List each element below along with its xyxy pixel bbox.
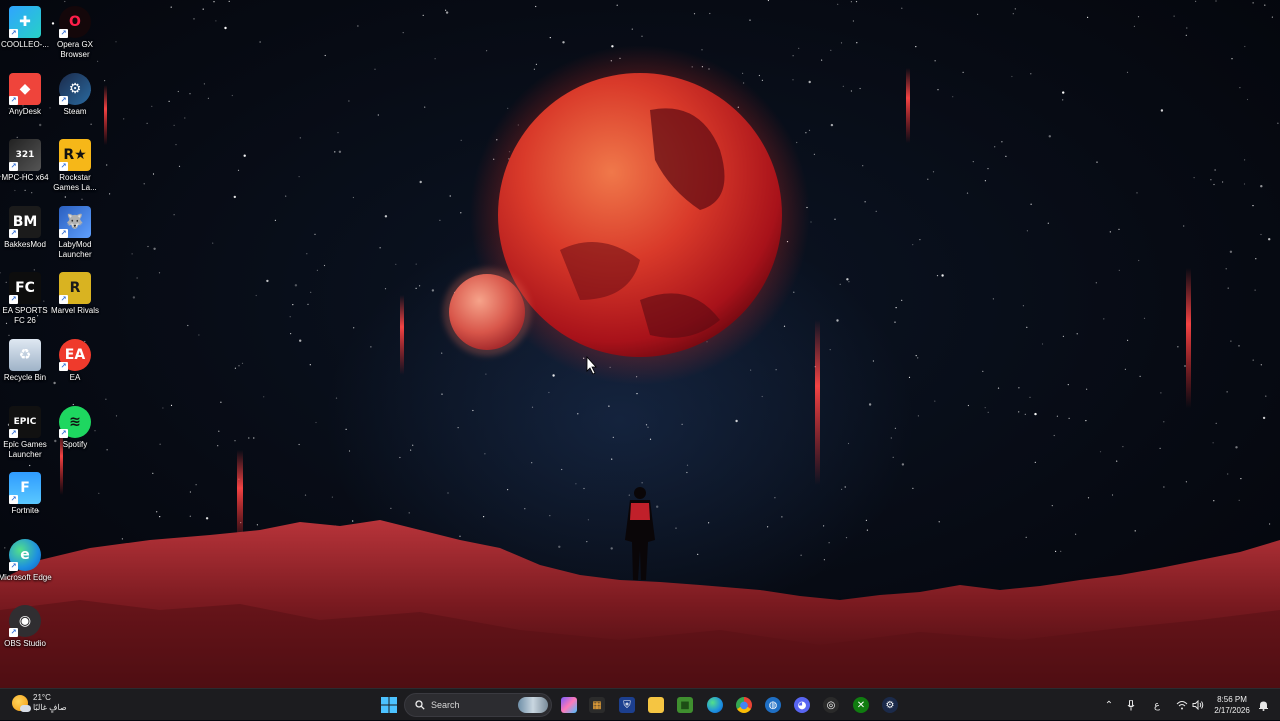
desktop-icon-label: Opera GX Browser [56,40,93,59]
desktop-icon-label: EA [69,373,81,382]
desktop-icon-recycle-bin[interactable]: ♻ Recycle Bin [0,339,51,383]
recycle-bin-icon: ♻ [9,339,41,371]
desktop-icon-epic-games[interactable]: EPIC ↗ Epic Games Launcher [0,405,51,460]
fortnite-icon: F ↗ [9,472,41,505]
coolleo-icon: ✚ ↗ [9,6,41,38]
system-tray: ⌃ ع 8:56 PM 2/17/2026 [0,689,1280,721]
desktop-icon-label: OBS Studio [4,639,46,649]
rockstar-icon: R★ ↗ [59,139,91,172]
clock-date: 2/17/2026 [1214,706,1250,715]
edge-icon: e ↗ [9,538,41,571]
bakkesmod-icon: BM ↗ [9,205,41,238]
desktop-icon-mpc-hc[interactable]: 321 ↗ MPC-HC x64 [0,139,51,183]
desktop-icon-coolleo[interactable]: ✚ ↗ COOLLEO-... [0,6,51,50]
shortcut-arrow-icon: ↗ [59,295,68,305]
desktop-icon-anydesk[interactable]: ◆ ↗ AnyDesk [0,72,51,117]
desktop-icon-spotify[interactable]: ≋ ↗ Spotify [49,405,101,450]
anydesk-icon: ◆ ↗ [9,72,41,105]
taskbar-clock[interactable]: 8:56 PM 2/17/2026 [1208,694,1256,716]
taskbar: 21°C صافٍ غالبًا Search ▦ ⛨ ■ ● ◍ ◕ ◎ ✕ ⚙ ⌃ ع [0,688,1280,720]
desktop-icon-label: AnyDesk [8,106,41,116]
shortcut-arrow-icon: ↗ [9,29,18,38]
desktop-icon-opera-gx[interactable]: O ↗ Opera GX Browser [49,6,101,60]
mpc-hc-icon: 321 ↗ [9,139,41,172]
shortcut-arrow-icon: ↗ [59,162,68,172]
desktop-icon-label: Steam [63,106,87,116]
desktop-icon-fortnite[interactable]: F ↗ Fortnite [0,472,51,516]
shortcut-arrow-icon: ↗ [9,495,18,505]
notification-bell-icon[interactable] [1256,698,1270,712]
steam-icon: ⚙ ↗ [59,72,91,105]
labymod-icon: 🐺 ↗ [59,205,91,238]
desktop-icon-label: BakkesMod [4,239,46,249]
shortcut-arrow-icon: ↗ [9,428,18,438]
desktop-icon-label: MPC-HC x64 [1,173,49,183]
desktop-icon-ea[interactable]: EA ↗ EA [49,339,101,383]
shortcut-arrow-icon: ↗ [9,628,18,638]
desktop-icon-label: Recycle Bin [3,373,47,382]
chevron-up-icon[interactable]: ⌃ [1102,698,1116,712]
shortcut-arrow-icon: ↗ [59,362,68,371]
spotify-icon: ≋ ↗ [59,405,91,438]
desktop-icon-label: Spotify [62,439,88,449]
desktop-wallpaper [0,0,1280,688]
desktop-icon-bakkesmod[interactable]: BM ↗ BakkesMod [0,205,51,250]
input-language-indicator[interactable]: ع [1150,698,1164,712]
shortcut-arrow-icon: ↗ [59,228,68,238]
shortcut-arrow-icon: ↗ [9,95,18,105]
desktop-icon-labymod[interactable]: 🐺 ↗ LabyMod Launcher [49,205,101,260]
wallpaper-art [0,0,1280,688]
opera-gx-icon: O ↗ [59,6,91,38]
marvel-rivals-icon: R ↗ [59,272,91,305]
desktop-icon-label: COOLLEO-... [0,40,49,49]
shortcut-arrow-icon: ↗ [9,228,18,238]
desktop-icon-label: Marvel Rivals [50,306,99,316]
ea-icon: EA ↗ [59,339,91,371]
ea-sports-fc-icon: FC ↗ [9,272,41,305]
desktop-icon-label: Rockstar Games La... [53,173,97,193]
desktop-icon-rockstar[interactable]: R★ ↗ Rockstar Games La... [49,139,101,193]
desktop-icon-label: LabyMod Launcher [58,239,92,259]
shortcut-arrow-icon: ↗ [9,561,18,571]
desktop-icon-steam[interactable]: ⚙ ↗ Steam [49,72,101,117]
wifi-icon[interactable] [1175,698,1189,712]
desktop-icon-label: Microsoft Edge [0,572,52,582]
obs-icon: ◉ ↗ [9,605,41,638]
desktop-icon-marvel-rivals[interactable]: R ↗ Marvel Rivals [49,272,101,316]
shortcut-arrow-icon: ↗ [59,95,68,105]
desktop-icon-label: Epic Games Launcher [3,439,47,459]
desktop-icon-label: EA SPORTS FC 26 [2,306,48,326]
desktop-icon-label: Fortnite [11,506,39,516]
microphone-icon[interactable] [1124,698,1138,712]
desktop-icon-obs-studio[interactable]: ◉ ↗ OBS Studio [0,605,51,649]
clock-time: 8:56 PM [1217,695,1247,704]
shortcut-arrow-icon: ↗ [9,295,18,305]
shortcut-arrow-icon: ↗ [59,29,68,38]
shortcut-arrow-icon: ↗ [59,428,68,438]
figure-silhouette [625,487,655,580]
desktop-icon-ea-sports-fc[interactable]: FC ↗ EA SPORTS FC 26 [0,272,51,326]
desktop-icon-microsoft-edge[interactable]: e ↗ Microsoft Edge [0,538,52,583]
volume-icon[interactable] [1191,698,1205,712]
epic-games-icon: EPIC ↗ [9,405,41,438]
shortcut-arrow-icon: ↗ [9,162,18,172]
